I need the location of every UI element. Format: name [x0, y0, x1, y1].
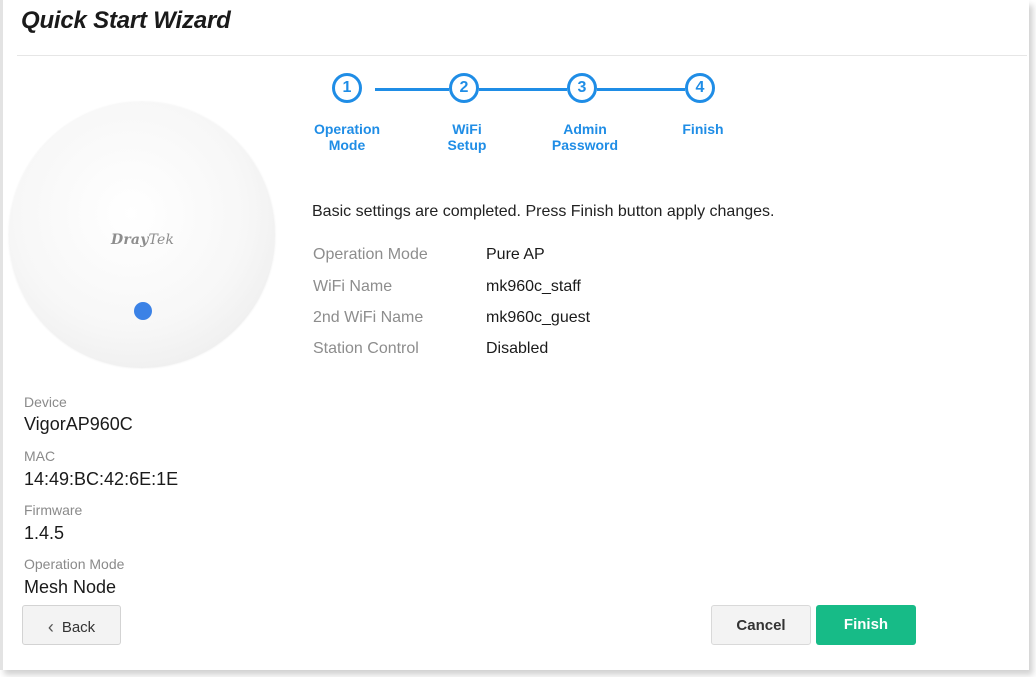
step-label-line: Finish — [682, 121, 724, 137]
step-label-line: Setup — [447, 137, 487, 153]
step-connector — [597, 88, 685, 91]
chevron-left-icon: ‹ — [47, 617, 54, 637]
device-label: Device — [24, 394, 67, 410]
operation-mode-value: Mesh Node — [24, 577, 117, 597]
logo-text-bold: Dray — [111, 232, 149, 248]
summary-value-station-control: Disabled — [486, 340, 549, 357]
device-value: VigorAP960C — [24, 414, 133, 434]
step-1-circle: 1 — [332, 73, 362, 103]
wizard-panel: Quick Start Wizard DrayTek Device VigorA… — [0, 0, 1029, 670]
step-label-line: WiFi — [452, 121, 482, 137]
back-button-label: Back — [61, 619, 96, 636]
back-button[interactable]: ‹ Back — [22, 605, 121, 645]
logo-text-light: Tek — [148, 232, 175, 248]
page-title: Quick Start Wizard — [21, 7, 231, 34]
draytek-logo: DrayTek — [111, 232, 174, 248]
summary-label-operation-mode: Operation Mode — [313, 246, 428, 263]
step-connector — [479, 88, 567, 91]
finish-button[interactable]: Finish — [816, 605, 916, 645]
step-label-line: Password — [551, 137, 619, 153]
step-label-line: Mode — [328, 137, 366, 153]
operation-mode-label: Operation Mode — [24, 556, 125, 572]
summary-value-2nd-wifi-name: mk960c_guest — [486, 309, 591, 326]
summary-value-operation-mode: Pure AP — [486, 246, 545, 263]
firmware-label: Firmware — [24, 502, 83, 518]
summary-value-wifi-name: mk960c_staff — [486, 278, 581, 295]
summary-label-station-control: Station Control — [313, 340, 419, 357]
step-4-circle: 4 — [685, 73, 715, 103]
step-3-circle: 3 — [567, 73, 597, 103]
title-divider — [17, 55, 1027, 56]
mac-label: MAC — [24, 448, 56, 464]
step-connector — [375, 88, 449, 91]
summary-label-2nd-wifi-name: 2nd WiFi Name — [313, 309, 424, 326]
firmware-value: 1.4.5 — [24, 523, 65, 543]
mac-value: 14:49:BC:42:6E:1E — [24, 469, 179, 489]
step-1-label: Operation Mode — [292, 121, 402, 153]
step-3-label: Admin Password — [530, 121, 640, 153]
step-2-label: WiFi Setup — [412, 121, 522, 153]
step-label-line: Operation — [313, 121, 381, 137]
summary-label-wifi-name: WiFi Name — [313, 278, 393, 295]
step-2-circle: 2 — [449, 73, 479, 103]
status-led-icon — [134, 302, 152, 320]
step-4-label: Finish — [648, 121, 758, 137]
completion-message: Basic settings are completed. Press Fini… — [312, 203, 775, 220]
cancel-button[interactable]: Cancel — [711, 605, 811, 645]
step-label-line: Admin — [563, 121, 607, 137]
